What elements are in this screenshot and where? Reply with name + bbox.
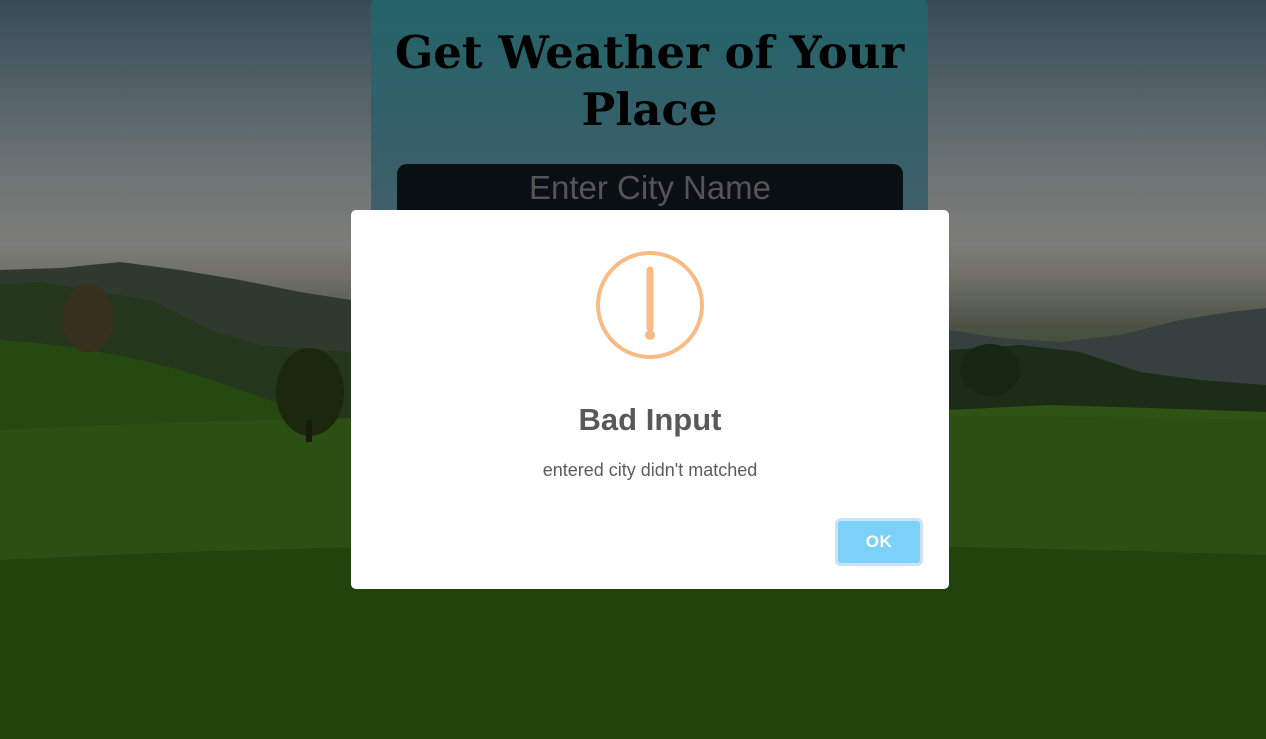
alert-dialog: Bad Input entered city didn't matched OK (351, 210, 949, 589)
ok-button[interactable]: OK (835, 518, 923, 566)
warning-icon (596, 251, 704, 359)
alert-message: entered city didn't matched (542, 460, 758, 480)
alert-title: Bad Input (578, 402, 722, 437)
